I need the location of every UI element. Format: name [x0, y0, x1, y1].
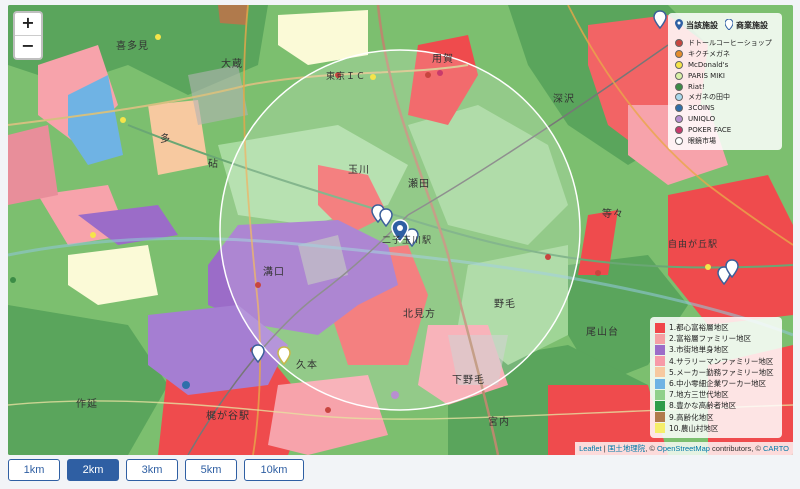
map-label-kinuta: 砧 [208, 159, 219, 170]
radius-1km-button[interactable]: 1km [8, 459, 60, 481]
zoom-control: + − [13, 11, 43, 60]
map-label-sakunobe: 作延 [76, 399, 98, 410]
own-facility-icon [675, 19, 683, 32]
zoom-out-button[interactable]: − [15, 35, 41, 58]
facility-legend: 当該施設 商業施設 ドトールコーヒーショップ キクチメガネ McDonald's… [668, 13, 782, 150]
area-swatch [655, 400, 665, 411]
map-label-futako-tamagawa: 二子玉川駅 [382, 236, 433, 246]
map-label-kitamikata: 北見方 [403, 309, 436, 320]
area-swatch [655, 389, 665, 400]
carto-link[interactable]: CARTO [763, 444, 789, 453]
legend-dot [675, 39, 683, 48]
map-label-tamagawa: 玉川 [348, 165, 370, 176]
legend-dot [675, 104, 683, 113]
commercial-facility-icon [724, 18, 734, 32]
map-label-fukasawa: 深沢 [553, 94, 575, 105]
legend-item: 3COINS [675, 103, 776, 114]
area-legend-item: 10.農山村地区 [655, 423, 777, 434]
leaflet-link[interactable]: Leaflet [579, 444, 602, 453]
commercial-facility-label: 商業施設 [736, 21, 768, 30]
area-swatch [655, 367, 665, 378]
legend-item: POKER FACE [675, 124, 776, 135]
area-swatch [655, 333, 665, 344]
map-label-seta: 瀬田 [408, 179, 430, 190]
radius-2km-button[interactable]: 2km [67, 459, 119, 481]
gsi-link[interactable]: 国土地理院 [608, 444, 646, 453]
legend-dot [675, 82, 683, 91]
legend-item: PARIS MIKI [675, 70, 776, 81]
legend-item: UNIQLO [675, 114, 776, 125]
radius-3km-button[interactable]: 3km [126, 459, 178, 481]
map-label-jiyugaoka: 自由が丘駅 [668, 240, 719, 250]
legend-item: ドトールコーヒーショップ [675, 38, 776, 49]
map-label-tokyo-ic: 東京ＩＣ [326, 72, 367, 82]
area-swatch [655, 356, 665, 367]
map-view[interactable]: 喜多見 大蔵 東京ＩＣ 用賀 深沢 玉川 瀬田 二子玉川駅 自由が丘駅 溝口 北… [8, 5, 793, 455]
area-legend-item: 9.高齢化地区 [655, 412, 777, 423]
legend-item: キクチメガネ [675, 49, 776, 60]
area-legend-item: 2.富裕層ファミリー地区 [655, 333, 777, 344]
map-label-kitami: 喜多見 [116, 41, 149, 52]
map-label-miyauchi: 宮内 [488, 417, 510, 428]
area-swatch [655, 423, 665, 434]
map-label-oyamadai: 尾山台 [586, 327, 619, 338]
area-swatch [655, 412, 665, 423]
map-label-shimonoge: 下野毛 [452, 375, 485, 386]
osm-link[interactable]: OpenStreetMap [657, 444, 710, 453]
zoom-in-button[interactable]: + [15, 13, 41, 35]
map-label-hisamoto: 久本 [296, 360, 318, 371]
legend-dot [675, 60, 683, 69]
map-attribution: Leaflet | 国土地理院, © OpenStreetMap contrib… [575, 442, 793, 455]
area-legend-item: 5.メーカー勤務ファミリー地区 [655, 367, 777, 378]
legend-dot [675, 125, 683, 134]
map-label-kajigaya: 梶が谷駅 [206, 411, 250, 422]
area-legend-item: 6.中小零細企業ワーカー地区 [655, 378, 777, 389]
map-label-okura: 大蔵 [221, 59, 243, 70]
legend-dot [675, 50, 683, 59]
legend-dot [675, 136, 683, 145]
legend-dot [675, 71, 683, 80]
area-legend-item: 4.サラリーマンファミリー地区 [655, 356, 777, 367]
legend-item: 眼鏡市場 [675, 135, 776, 146]
own-facility-label: 当該施設 [686, 21, 718, 30]
map-label-yoga: 用賀 [432, 54, 454, 65]
radius-button-group: 1km 2km 3km 5km 10km [8, 459, 304, 481]
area-swatch [655, 322, 665, 333]
legend-dot [675, 93, 683, 102]
map-label-todoroki: 等々 [602, 209, 624, 220]
area-legend-item: 3.市街地単身地区 [655, 344, 777, 355]
legend-dot [675, 114, 683, 123]
area-legend: 1.都心富裕層地区 2.富裕層ファミリー地区 3.市街地単身地区 4.サラリーマ… [650, 317, 782, 438]
radius-10km-button[interactable]: 10km [244, 459, 304, 481]
area-legend-item: 7.地方三世代地区 [655, 389, 777, 400]
area-legend-item: 1.都心富裕層地区 [655, 322, 777, 333]
area-swatch [655, 378, 665, 389]
area-swatch [655, 344, 665, 355]
legend-item: メガネの田中 [675, 92, 776, 103]
map-label-noge: 野毛 [494, 299, 516, 310]
legend-item: Riat! [675, 81, 776, 92]
radius-5km-button[interactable]: 5km [185, 459, 237, 481]
legend-item: McDonald's [675, 60, 776, 71]
area-legend-item: 8.豊かな高齢者地区 [655, 400, 777, 411]
map-label-ta: 多 [160, 134, 171, 145]
map-label-mizonokuchi: 溝口 [263, 267, 285, 278]
